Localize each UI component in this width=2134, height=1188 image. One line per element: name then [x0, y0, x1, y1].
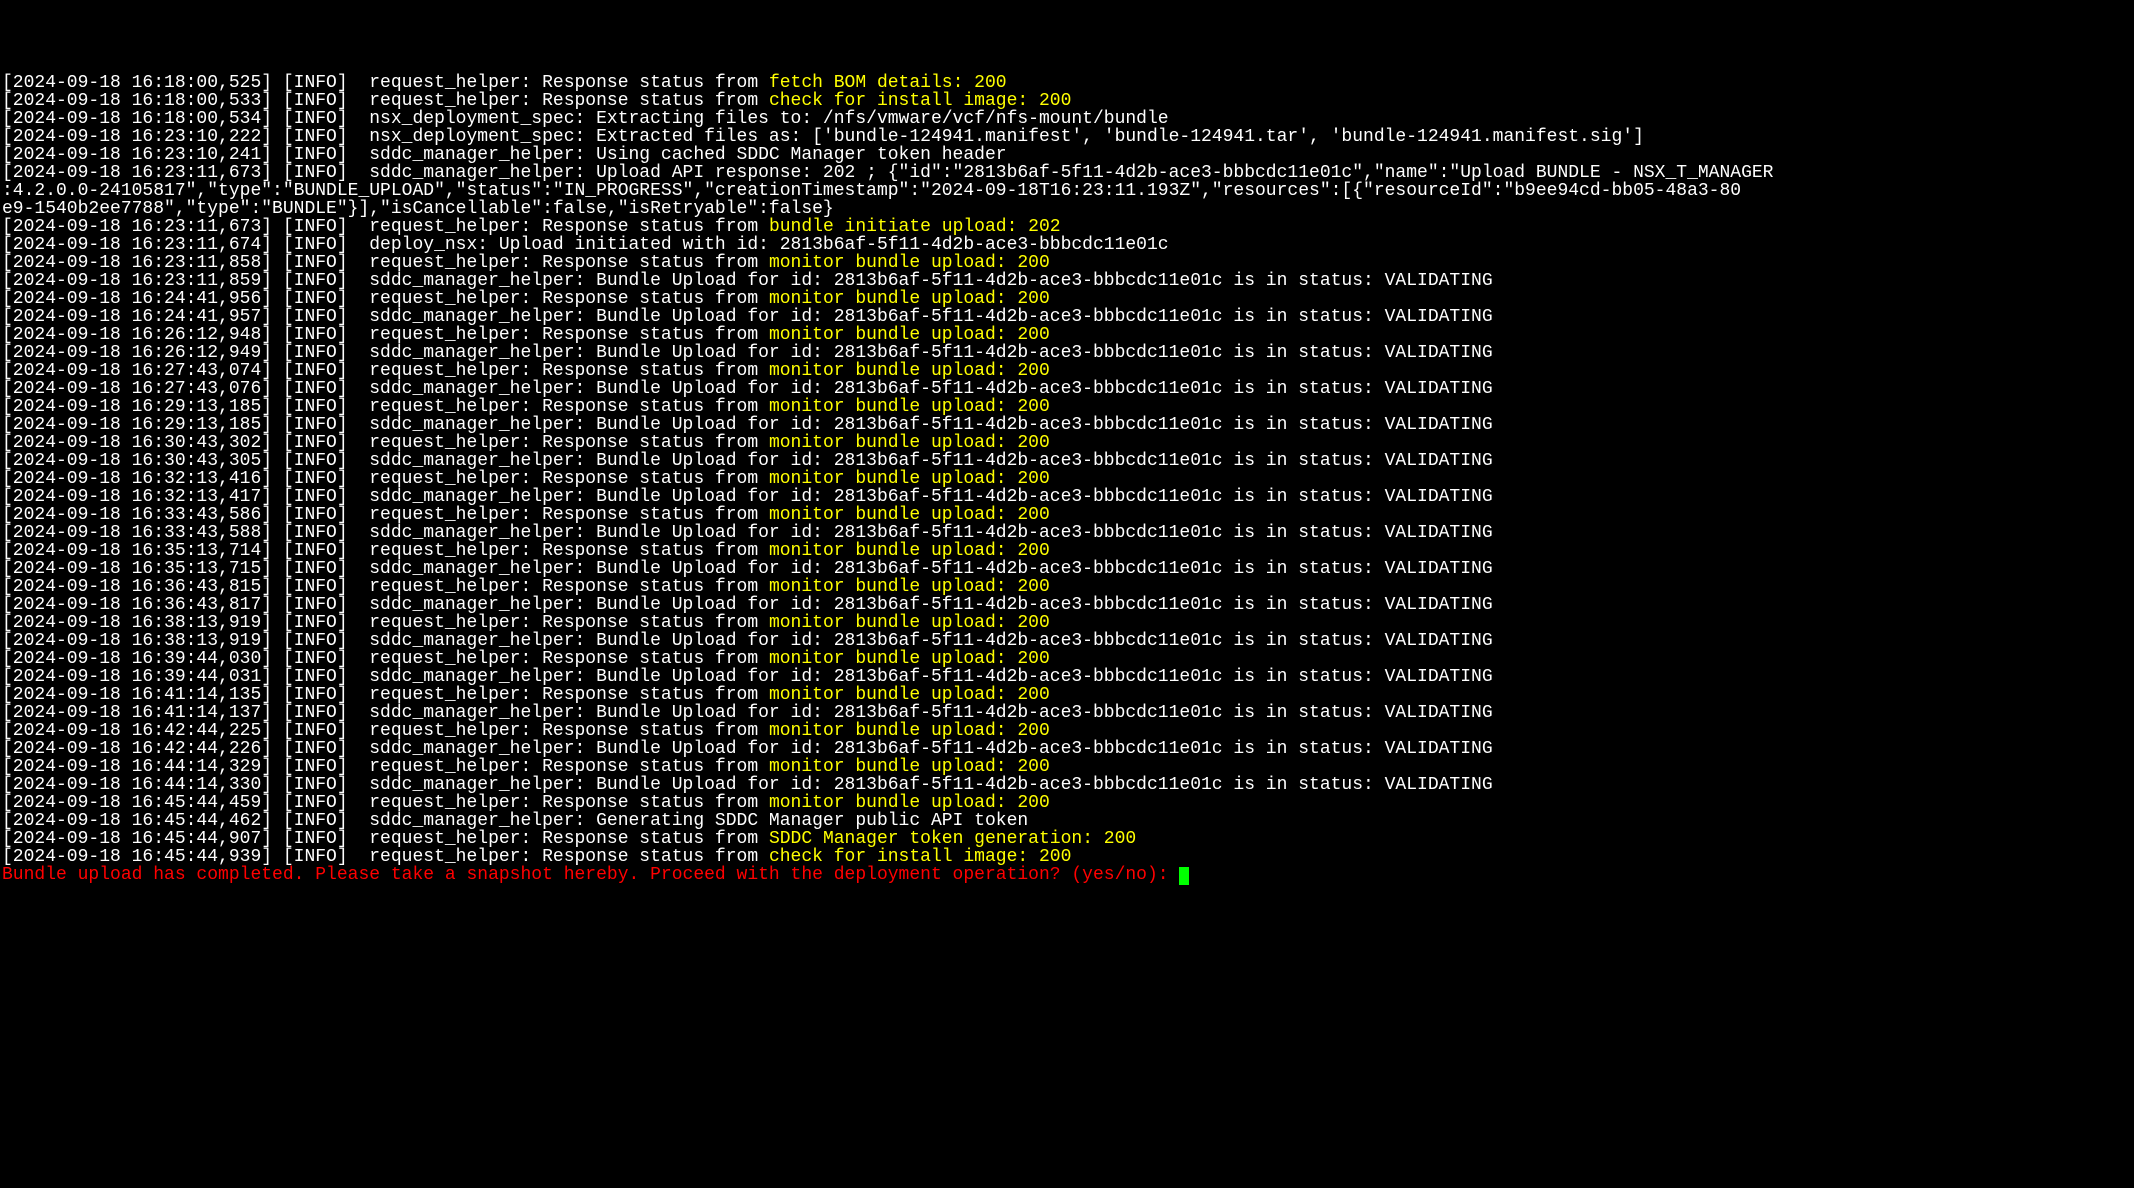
log-line: [2024-09-18 16:33:43,588] [INFO] sddc_ma…: [2, 524, 2132, 542]
log-line: [2024-09-18 16:45:44,907] [INFO] request…: [2, 830, 2132, 848]
highlighted-action: monitor bundle upload: 200: [769, 577, 1050, 597]
log-line: [2024-09-18 16:35:13,715] [INFO] sddc_ma…: [2, 560, 2132, 578]
log-line: [2024-09-18 16:45:44,939] [INFO] request…: [2, 848, 2132, 866]
highlighted-action: monitor bundle upload: 200: [769, 505, 1050, 525]
highlighted-action: monitor bundle upload: 200: [769, 397, 1050, 417]
highlighted-action: SDDC Manager token generation: 200: [769, 829, 1136, 849]
log-line: [2024-09-18 16:32:13,417] [INFO] sddc_ma…: [2, 488, 2132, 506]
highlighted-action: monitor bundle upload: 200: [769, 253, 1050, 273]
log-line: [2024-09-18 16:41:14,135] [INFO] request…: [2, 686, 2132, 704]
log-line: e9-1540b2ee7788","type":"BUNDLE"}],"isCa…: [2, 200, 2132, 218]
log-line: [2024-09-18 16:38:13,919] [INFO] sddc_ma…: [2, 632, 2132, 650]
log-line: [2024-09-18 16:23:11,859] [INFO] sddc_ma…: [2, 272, 2132, 290]
log-line: [2024-09-18 16:30:43,305] [INFO] sddc_ma…: [2, 452, 2132, 470]
highlighted-action: monitor bundle upload: 200: [769, 757, 1050, 777]
highlighted-action: bundle initiate upload: 202: [769, 217, 1061, 237]
log-line: [2024-09-18 16:33:43,586] [INFO] request…: [2, 506, 2132, 524]
cursor-icon: [1179, 867, 1189, 885]
log-line: [2024-09-18 16:45:44,462] [INFO] sddc_ma…: [2, 812, 2132, 830]
log-line: [2024-09-18 16:29:13,185] [INFO] request…: [2, 398, 2132, 416]
highlighted-action: fetch BOM details: 200: [769, 73, 1007, 93]
highlighted-action: check for install image: 200: [769, 91, 1071, 111]
log-line: [2024-09-18 16:32:13,416] [INFO] request…: [2, 470, 2132, 488]
log-line: [2024-09-18 16:42:44,226] [INFO] sddc_ma…: [2, 740, 2132, 758]
log-line: [2024-09-18 16:23:11,673] [INFO] request…: [2, 218, 2132, 236]
log-line: [2024-09-18 16:27:43,076] [INFO] sddc_ma…: [2, 380, 2132, 398]
log-line: [2024-09-18 16:39:44,030] [INFO] request…: [2, 650, 2132, 668]
highlighted-action: monitor bundle upload: 200: [769, 541, 1050, 561]
highlighted-action: monitor bundle upload: 200: [769, 793, 1050, 813]
log-line: [2024-09-18 16:39:44,031] [INFO] sddc_ma…: [2, 668, 2132, 686]
log-line: [2024-09-18 16:23:11,673] [INFO] sddc_ma…: [2, 164, 2132, 182]
log-line: [2024-09-18 16:36:43,815] [INFO] request…: [2, 578, 2132, 596]
highlighted-action: monitor bundle upload: 200: [769, 325, 1050, 345]
log-line: [2024-09-18 16:29:13,185] [INFO] sddc_ma…: [2, 416, 2132, 434]
log-line: [2024-09-18 16:26:12,948] [INFO] request…: [2, 326, 2132, 344]
highlighted-action: monitor bundle upload: 200: [769, 433, 1050, 453]
log-line: [2024-09-18 16:44:14,330] [INFO] sddc_ma…: [2, 776, 2132, 794]
log-line: [2024-09-18 16:36:43,817] [INFO] sddc_ma…: [2, 596, 2132, 614]
log-line: [2024-09-18 16:23:10,222] [INFO] nsx_dep…: [2, 128, 2132, 146]
prompt-text: Bundle upload has completed. Please take…: [2, 865, 1179, 885]
log-line: [2024-09-18 16:24:41,956] [INFO] request…: [2, 290, 2132, 308]
log-line: [2024-09-18 16:18:00,533] [INFO] request…: [2, 92, 2132, 110]
log-line: [2024-09-18 16:35:13,714] [INFO] request…: [2, 542, 2132, 560]
highlighted-action: monitor bundle upload: 200: [769, 613, 1050, 633]
log-line: [2024-09-18 16:23:11,674] [INFO] deploy_…: [2, 236, 2132, 254]
log-line: [2024-09-18 16:23:10,241] [INFO] sddc_ma…: [2, 146, 2132, 164]
highlighted-action: monitor bundle upload: 200: [769, 721, 1050, 741]
log-line: [2024-09-18 16:44:14,329] [INFO] request…: [2, 758, 2132, 776]
log-line: [2024-09-18 16:41:14,137] [INFO] sddc_ma…: [2, 704, 2132, 722]
terminal-output: [2024-09-18 16:18:00,525] [INFO] request…: [2, 74, 2132, 885]
highlighted-action: monitor bundle upload: 200: [769, 649, 1050, 669]
highlighted-action: monitor bundle upload: 200: [769, 469, 1050, 489]
log-line: [2024-09-18 16:42:44,225] [INFO] request…: [2, 722, 2132, 740]
log-line: [2024-09-18 16:26:12,949] [INFO] sddc_ma…: [2, 344, 2132, 362]
log-line: [2024-09-18 16:24:41,957] [INFO] sddc_ma…: [2, 308, 2132, 326]
highlighted-action: check for install image: 200: [769, 847, 1071, 867]
log-line: [2024-09-18 16:18:00,534] [INFO] nsx_dep…: [2, 110, 2132, 128]
log-line: [2024-09-18 16:23:11,858] [INFO] request…: [2, 254, 2132, 272]
highlighted-action: monitor bundle upload: 200: [769, 361, 1050, 381]
log-line: :4.2.0.0-24105817","type":"BUNDLE_UPLOAD…: [2, 182, 2132, 200]
log-line: [2024-09-18 16:30:43,302] [INFO] request…: [2, 434, 2132, 452]
highlighted-action: monitor bundle upload: 200: [769, 289, 1050, 309]
highlighted-action: monitor bundle upload: 200: [769, 685, 1050, 705]
log-line: [2024-09-18 16:27:43,074] [INFO] request…: [2, 362, 2132, 380]
log-line: [2024-09-18 16:38:13,919] [INFO] request…: [2, 614, 2132, 632]
log-line: [2024-09-18 16:45:44,459] [INFO] request…: [2, 794, 2132, 812]
log-line: [2024-09-18 16:18:00,525] [INFO] request…: [2, 74, 2132, 92]
prompt-line[interactable]: Bundle upload has completed. Please take…: [2, 866, 2132, 885]
